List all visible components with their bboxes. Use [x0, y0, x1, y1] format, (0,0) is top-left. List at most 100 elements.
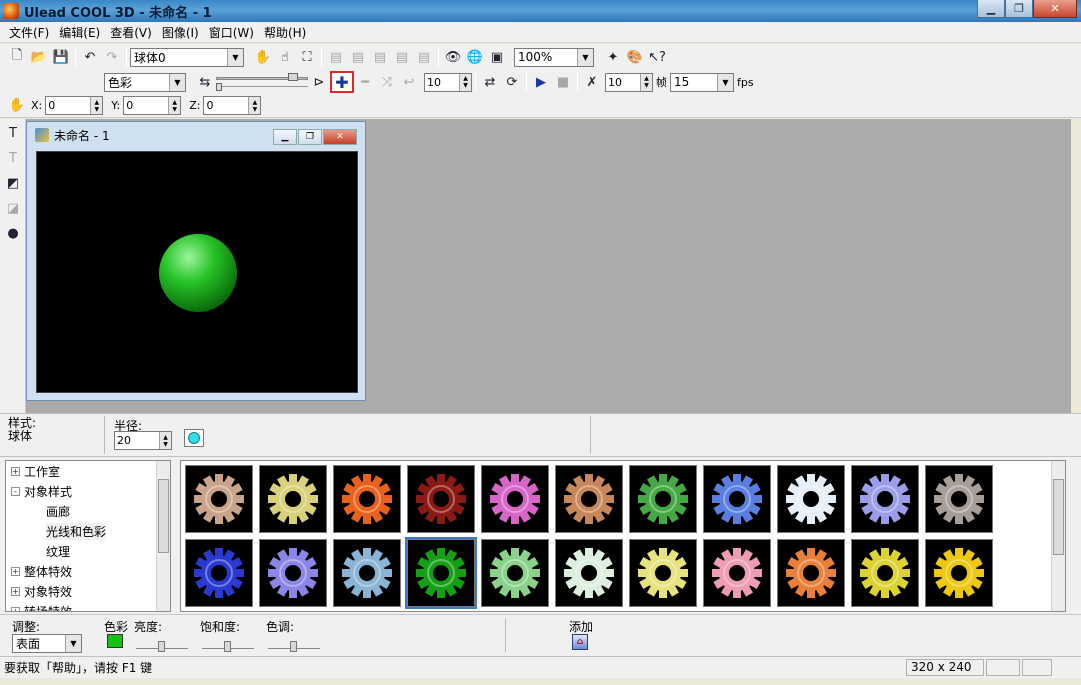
insert-sphere-icon[interactable]: ● [2, 222, 24, 244]
gallery-scroll-thumb[interactable] [1053, 479, 1064, 555]
preset-thumbnail[interactable] [703, 539, 771, 607]
tree-scroll-thumb[interactable] [158, 479, 169, 553]
edit-geometry-icon[interactable]: ◪ [2, 197, 24, 219]
collapse-icon[interactable]: - [11, 486, 20, 496]
add-keyframe-button[interactable]: ✚ [330, 71, 354, 93]
preset-thumbnail[interactable] [481, 539, 549, 607]
z-stepper[interactable]: 0 ▲ ▼ [203, 96, 262, 115]
gallery-scrollbar[interactable] [1051, 461, 1065, 611]
maximize-button[interactable]: ❐ [1005, 0, 1033, 18]
add-to-library-icon[interactable]: ⌂ [572, 634, 588, 650]
minimize-button[interactable]: ▁ [977, 0, 1005, 18]
zoom-select[interactable]: 100% ▼ [514, 47, 594, 67]
preset-thumbnail[interactable] [333, 465, 401, 533]
frame-number-stepper[interactable]: 10 ▲ ▼ [424, 72, 472, 92]
edit-text-icon[interactable]: T [2, 147, 24, 169]
menu-view[interactable]: 查看(V) [105, 24, 157, 41]
stop-icon[interactable]: ■ [552, 71, 574, 93]
frame-count-stepper[interactable]: 10 ▲ ▼ [605, 72, 653, 92]
preset-thumbnail[interactable] [703, 465, 771, 533]
loop-back-icon[interactable]: ↩ [398, 71, 420, 93]
tree-item[interactable]: 画廊 [6, 501, 170, 521]
preset-thumbnail[interactable] [185, 465, 253, 533]
menu-file[interactable]: 文件(F) [4, 24, 54, 41]
property-select[interactable]: 色彩 ▼ [104, 72, 186, 92]
context-help-icon[interactable]: ↖? [646, 46, 668, 68]
expand-icon[interactable]: + [11, 606, 20, 611]
preset-thumbnail[interactable] [185, 539, 253, 607]
effects-icon[interactable]: ✦ [602, 46, 624, 68]
hand-move-icon[interactable]: ✋ [252, 46, 274, 68]
remove-keyframe-icon[interactable]: ━ [354, 71, 376, 93]
fps-select[interactable]: 15 ▼ [670, 72, 734, 92]
preset-thumbnail[interactable] [777, 539, 845, 607]
preset-thumbnail[interactable] [851, 539, 919, 607]
insert-text-icon[interactable]: T [2, 122, 24, 144]
tree-item[interactable]: 纹理 [6, 541, 170, 561]
menu-window[interactable]: 窗口(W) [204, 24, 259, 41]
expand-icon[interactable]: + [11, 586, 20, 596]
doc-minimize-button[interactable]: ▁ [273, 129, 297, 145]
eye-preview-icon[interactable]: 👁 [442, 46, 464, 68]
expand-icon[interactable]: + [11, 466, 20, 476]
save-icon[interactable]: 💾 [50, 46, 72, 68]
tree-item[interactable]: + 整体特效 [6, 561, 170, 581]
expand-icon[interactable]: + [11, 566, 20, 576]
insert-geometry-icon[interactable]: ◩ [2, 172, 24, 194]
timeline-slider[interactable] [216, 72, 308, 92]
menu-edit[interactable]: 编辑(E) [54, 24, 105, 41]
align-1-icon[interactable]: ▤ [325, 46, 347, 68]
tree-scrollbar[interactable] [156, 461, 170, 611]
align-4-icon[interactable]: ▤ [391, 46, 413, 68]
color-swatch-button[interactable] [107, 634, 123, 648]
interpolation-icon[interactable]: ✗ [581, 71, 603, 93]
adjust-select[interactable]: 表面 ▼ [12, 634, 82, 653]
radius-stepper[interactable]: 20 ▲ ▼ [114, 431, 172, 450]
position-hand-icon[interactable]: ✋ [6, 95, 28, 117]
redo-icon[interactable]: ↷ [101, 46, 123, 68]
preset-thumbnail[interactable] [629, 539, 697, 607]
tree-item[interactable]: 光线和色彩 [6, 521, 170, 541]
tree-item[interactable]: + 对象特效 [6, 581, 170, 601]
loop-icon[interactable]: ⇄ [479, 71, 501, 93]
y-stepper[interactable]: 0 ▲ ▼ [123, 96, 182, 115]
preset-thumbnail[interactable] [259, 465, 327, 533]
open-folder-icon[interactable]: 📂 [28, 46, 50, 68]
new-file-icon[interactable]: 🗋 [6, 46, 28, 68]
preset-thumbnail[interactable] [629, 465, 697, 533]
object-color-button[interactable] [184, 429, 204, 447]
palette-icon[interactable]: 🎨 [624, 46, 646, 68]
align-3-icon[interactable]: ▤ [369, 46, 391, 68]
preset-thumbnail[interactable] [555, 465, 623, 533]
reverse-icon[interactable]: ⤨ [376, 71, 398, 93]
preset-thumbnail[interactable] [481, 465, 549, 533]
preset-thumbnail[interactable] [405, 537, 477, 609]
preset-thumbnail[interactable] [851, 465, 919, 533]
preset-thumbnail[interactable] [777, 465, 845, 533]
render-canvas[interactable] [36, 151, 358, 393]
preset-thumbnail[interactable] [925, 465, 993, 533]
preset-thumbnail[interactable] [555, 539, 623, 607]
tree-item[interactable]: + 工作室 [6, 461, 170, 481]
doc-close-button[interactable]: ✕ [323, 129, 357, 145]
chart-window-icon[interactable]: ▣ [486, 46, 508, 68]
object-select-icon[interactable]: ⛶ [296, 46, 318, 68]
menu-help[interactable]: 帮助(H) [259, 24, 311, 41]
play-icon[interactable]: ▶ [530, 71, 552, 93]
rotate-icon[interactable]: ⟳ [501, 71, 523, 93]
preset-thumbnail[interactable] [407, 465, 475, 533]
brightness-slider[interactable] [136, 637, 188, 652]
preset-thumbnail[interactable] [925, 539, 993, 607]
hue-slider[interactable] [268, 637, 320, 652]
doc-maximize-button[interactable]: ❐ [298, 129, 322, 145]
sphere-object[interactable] [159, 234, 237, 312]
x-stepper[interactable]: 0 ▲ ▼ [45, 96, 104, 115]
tree-item[interactable]: - 对象样式 [6, 481, 170, 501]
align-2-icon[interactable]: ▤ [347, 46, 369, 68]
frame-end-icon[interactable]: ⊳ [308, 71, 330, 93]
undo-icon[interactable]: ↶ [79, 46, 101, 68]
preset-thumbnail[interactable] [333, 539, 401, 607]
frame-arrows-icon[interactable]: ⇆ [194, 71, 216, 93]
hand-rotate-icon[interactable]: ☝ [274, 46, 296, 68]
saturation-slider[interactable] [202, 637, 254, 652]
